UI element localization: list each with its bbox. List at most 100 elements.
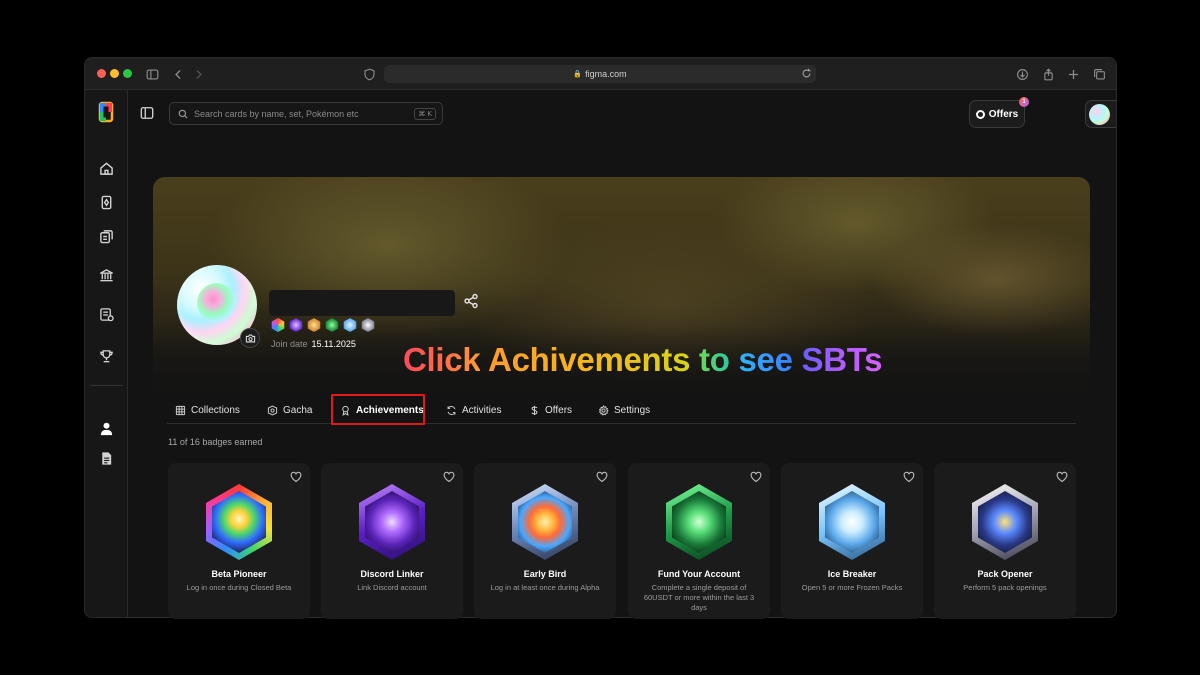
minimize-window-button[interactable] xyxy=(110,69,119,78)
change-avatar-button[interactable] xyxy=(240,328,260,348)
home-icon[interactable] xyxy=(96,158,116,178)
app-sidebar xyxy=(85,90,128,617)
gacha-icon xyxy=(267,404,278,416)
packs-icon[interactable] xyxy=(96,226,116,246)
offers-button[interactable]: Offers xyxy=(969,100,1025,128)
early-bird-badge-icon xyxy=(512,484,578,560)
notification-badge: 1 xyxy=(1019,97,1029,107)
panel-toggle-icon[interactable] xyxy=(140,106,154,120)
lock-icon: 🔒 xyxy=(573,71,583,78)
achievements-tab-highlight xyxy=(331,394,425,425)
tab-label: Activities xyxy=(462,404,502,416)
discord-badge-icon xyxy=(289,318,303,332)
trophy-icon[interactable] xyxy=(96,346,116,366)
browser-toolbar: 🔒 figma.com xyxy=(85,58,1116,90)
achievement-description: Open 5 or more Frozen Packs xyxy=(801,583,903,592)
achievement-card[interactable]: Beta Pioneer Log in once during Closed B… xyxy=(168,463,310,619)
annotation-headline: Click Achivements to see SBTs xyxy=(403,341,883,379)
sidebar-divider xyxy=(90,385,123,386)
offers-button-label: Offers xyxy=(988,108,1019,120)
address-bar[interactable]: 🔒 figma.com xyxy=(384,65,816,83)
share-profile-icon[interactable] xyxy=(463,293,479,309)
join-date-label: Join date xyxy=(271,339,308,349)
fund-your-account-badge-icon xyxy=(666,484,732,560)
user-avatar xyxy=(1089,104,1110,125)
camera-icon xyxy=(245,334,255,342)
headline-word: see xyxy=(738,341,793,378)
achievement-card[interactable]: Early Bird Log in at least once during A… xyxy=(474,463,616,619)
achievement-description: Log in at least once during Alpha xyxy=(490,583,600,592)
profile-icon[interactable] xyxy=(96,418,116,438)
bank-icon[interactable] xyxy=(96,265,116,285)
heart-icon[interactable] xyxy=(903,471,915,483)
tab-offers[interactable]: Offers xyxy=(529,396,572,424)
grid-icon xyxy=(175,405,186,415)
account-menu-button[interactable] xyxy=(1085,100,1116,128)
join-date: Join date 15.11.2025 xyxy=(271,339,356,349)
rainbow-badge-icon xyxy=(271,318,285,332)
search-input[interactable] xyxy=(194,108,414,119)
app-header: ⌘ K Offers xyxy=(128,90,1116,138)
cards-icon[interactable] xyxy=(96,192,116,212)
achievement-description: Perform 5 pack openings xyxy=(963,583,1047,592)
gear-icon xyxy=(598,404,609,416)
tab-settings[interactable]: Settings xyxy=(598,396,650,424)
headline-word: SBTs xyxy=(801,341,883,378)
bird-badge-icon xyxy=(307,318,321,332)
tabs-overview-icon[interactable] xyxy=(1090,65,1108,83)
tab-label: Gacha xyxy=(283,404,313,416)
heart-icon[interactable] xyxy=(596,471,608,483)
headline-word: Achivements xyxy=(488,341,691,378)
achievement-card[interactable]: Fund Your Account Complete a single depo… xyxy=(628,463,770,619)
achievement-card[interactable]: Discord Linker Link Discord account xyxy=(321,463,463,619)
url-text: figma.com xyxy=(585,69,627,79)
achievement-title: Early Bird xyxy=(523,569,567,579)
heart-icon[interactable] xyxy=(290,471,302,483)
achievement-title: Ice Breaker xyxy=(827,569,877,579)
profile-badges xyxy=(271,318,375,332)
heart-icon[interactable] xyxy=(443,471,455,483)
share-icon[interactable] xyxy=(1039,65,1057,83)
maximize-window-button[interactable] xyxy=(123,69,132,78)
sidebar-toggle-icon[interactable] xyxy=(143,65,161,83)
search-shortcut: ⌘ K xyxy=(414,108,436,120)
document-icon[interactable] xyxy=(96,448,116,468)
achievement-description: Link Discord account xyxy=(357,583,427,592)
new-tab-icon[interactable] xyxy=(1064,65,1082,83)
fund-badge-icon xyxy=(325,318,339,332)
close-window-button[interactable] xyxy=(97,69,106,78)
username-field xyxy=(269,290,455,316)
forward-icon[interactable] xyxy=(189,65,207,83)
shield-icon[interactable] xyxy=(360,65,378,83)
achievement-description: Log in once during Closed Beta xyxy=(186,583,292,592)
achievement-description: Complete a single deposit of 60USDT or m… xyxy=(643,583,755,612)
pack-opener-badge-icon xyxy=(972,484,1038,560)
badges-earned-count: 11 of 16 badges earned xyxy=(168,437,263,447)
tab-label: Collections xyxy=(191,404,240,416)
discord-linker-badge-icon xyxy=(359,484,425,560)
tab-gacha[interactable]: Gacha xyxy=(267,396,312,424)
heart-icon[interactable] xyxy=(750,471,762,483)
headline-word: Click xyxy=(403,341,481,378)
achievement-title: Pack Opener xyxy=(977,569,1033,579)
achievement-card[interactable]: Pack Opener Perform 5 pack openings xyxy=(934,463,1076,619)
headline-word: to xyxy=(699,341,730,378)
pack-badge-icon xyxy=(361,318,375,332)
ice-breaker-badge-icon xyxy=(819,484,885,560)
ledger-icon[interactable] xyxy=(96,304,116,324)
refresh-icon xyxy=(447,405,456,415)
tab-collections[interactable]: Collections xyxy=(175,396,240,424)
app-logo[interactable] xyxy=(98,101,114,123)
tab-activities[interactable]: Activities xyxy=(446,396,501,424)
profile-tabs: Collections Gacha Achievements Activitie… xyxy=(167,396,1076,424)
achievement-title: Discord Linker xyxy=(360,569,424,579)
achievement-title: Fund Your Account xyxy=(657,569,741,579)
download-icon[interactable] xyxy=(1013,65,1031,83)
search-box[interactable]: ⌘ K xyxy=(169,102,443,125)
heart-icon[interactable] xyxy=(1056,471,1068,483)
offers-icon xyxy=(975,109,985,119)
reload-icon[interactable] xyxy=(801,68,812,79)
tab-label: Offers xyxy=(545,404,573,416)
achievement-card[interactable]: Ice Breaker Open 5 or more Frozen Packs xyxy=(781,463,923,619)
back-icon[interactable] xyxy=(169,65,187,83)
